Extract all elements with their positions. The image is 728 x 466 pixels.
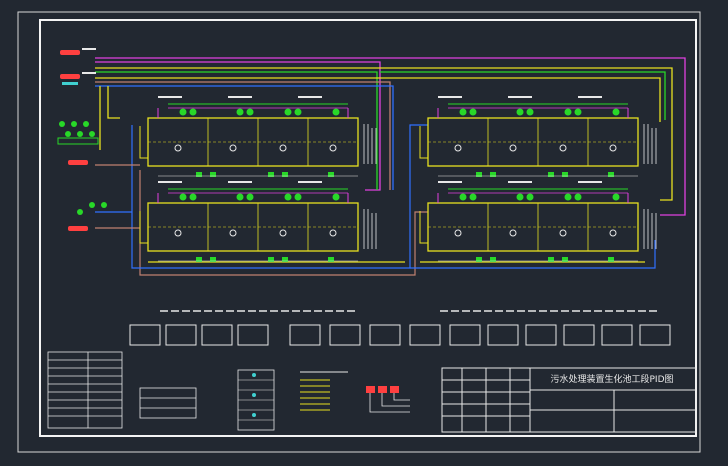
equipment-table: [47, 351, 197, 429]
symbol-legend: [237, 369, 275, 431]
tank-unit-top-left[interactable]: [139, 95, 377, 178]
cad-canvas[interactable]: 污水处理装置生化池工段PID图: [0, 0, 728, 466]
tank-unit-top-right[interactable]: [419, 95, 657, 178]
line-legend: [300, 371, 348, 411]
header-pipelines: [95, 57, 686, 216]
pid-drawing: 污水处理装置生化池工段PID图: [17, 11, 701, 453]
collection-pipelines: [95, 124, 656, 276]
tank-unit-bottom-right[interactable]: [419, 180, 657, 263]
legend-boxes: [129, 324, 671, 346]
drawing-title: 污水处理装置生化池工段PID图: [550, 373, 673, 385]
tank-unit-bottom-left[interactable]: [139, 180, 377, 263]
instrument-tags: [366, 386, 410, 413]
